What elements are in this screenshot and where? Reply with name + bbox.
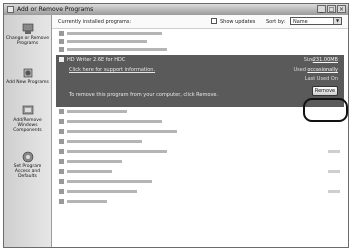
sidebar-item-label: Add New Programs: [6, 80, 49, 85]
program-name-illegible: [67, 160, 122, 163]
sidebar-item-label: Change or Remove Programs: [6, 36, 49, 46]
sort-by-label: Sort by:: [266, 19, 286, 25]
add-remove-programs-window: Add or Remove Programs _ □ × Change or R…: [3, 3, 349, 248]
program-name-illegible: [67, 200, 107, 203]
remove-button-callout: [303, 98, 348, 122]
used-label: Used: [293, 67, 306, 73]
sidebar: Change or Remove Programs Add New Progra…: [4, 15, 52, 247]
program-icon: [59, 189, 64, 194]
program-icon: [59, 139, 64, 144]
program-icon: [59, 199, 64, 204]
sort-by-select[interactable]: Name ▼: [290, 17, 342, 25]
remove-instruction-text: To remove this program from your compute…: [69, 92, 219, 98]
list-item[interactable]: [56, 46, 344, 54]
program-icon: [59, 57, 64, 62]
list-item[interactable]: [56, 198, 344, 206]
window-app-icon: [7, 6, 14, 13]
program-icon: [59, 159, 64, 164]
program-name-illegible: [67, 32, 162, 35]
sidebar-item-add-new[interactable]: Add New Programs: [6, 67, 49, 85]
program-size-illegible: [328, 190, 340, 193]
change-remove-icon: [22, 23, 33, 34]
list-item[interactable]: [56, 188, 344, 196]
list-header: Currently installed programs: Show updat…: [52, 15, 348, 29]
windows-components-icon: [22, 105, 33, 115]
chevron-down-icon[interactable]: ▼: [333, 18, 341, 24]
sidebar-item-windows-components[interactable]: Add/Remove Windows Components: [6, 105, 49, 133]
sort-by-value: Name: [293, 19, 308, 25]
program-icon: [59, 31, 64, 36]
list-item[interactable]: [56, 138, 344, 146]
sidebar-item-label: Add/Remove Windows Components: [13, 118, 42, 133]
program-icon: [59, 119, 64, 124]
used-value: occasionally: [307, 67, 338, 73]
list-item[interactable]: [56, 108, 344, 116]
program-name-illegible: [67, 40, 147, 43]
window-title: Add or Remove Programs: [17, 6, 94, 13]
maximize-button[interactable]: □: [327, 5, 336, 13]
installed-programs-label: Currently installed programs:: [58, 19, 132, 25]
last-used-label: Last Used On: [304, 76, 338, 82]
program-icon: [59, 179, 64, 184]
program-defaults-icon: [22, 151, 33, 163]
sidebar-item-label: Set Program Access and Defaults: [13, 164, 42, 179]
list-item[interactable]: [56, 128, 344, 136]
list-item[interactable]: [56, 30, 344, 38]
list-item[interactable]: [56, 178, 344, 186]
list-item[interactable]: [56, 148, 344, 156]
program-name-illegible: [67, 170, 112, 173]
sidebar-item-change-remove[interactable]: Change or Remove Programs: [6, 23, 49, 46]
show-updates-label: Show updates: [220, 19, 256, 25]
program-name-illegible: [67, 140, 142, 143]
program-name-illegible: [67, 190, 137, 193]
close-button[interactable]: ×: [337, 5, 346, 13]
remove-button[interactable]: Remove: [312, 86, 338, 96]
selected-program-row[interactable]: HD Writer 2.6E for HDC Click here for su…: [56, 55, 344, 107]
minimize-button[interactable]: _: [317, 5, 326, 13]
list-item[interactable]: [56, 158, 344, 166]
program-icon: [59, 39, 64, 44]
list-item[interactable]: [56, 168, 344, 176]
program-list-pane: Currently installed programs: Show updat…: [52, 15, 348, 247]
program-name-illegible: [67, 110, 127, 113]
program-icon: [59, 129, 64, 134]
program-icon: [59, 169, 64, 174]
support-info-link[interactable]: Click here for support information.: [69, 67, 155, 73]
sidebar-item-program-defaults[interactable]: Set Program Access and Defaults: [6, 151, 49, 179]
program-icon: [59, 109, 64, 114]
size-value: 231.00MB: [312, 57, 338, 63]
program-list: HD Writer 2.6E for HDC Click here for su…: [52, 29, 348, 247]
list-item[interactable]: [56, 38, 344, 46]
program-size-illegible: [328, 170, 340, 173]
list-item[interactable]: [56, 118, 344, 126]
program-icon: [59, 47, 64, 52]
program-name-illegible: [67, 130, 177, 133]
program-name-illegible: [67, 120, 162, 123]
add-programs-icon: [23, 68, 32, 78]
program-name-illegible: [67, 150, 167, 153]
selected-program-name: HD Writer 2.6E for HDC: [67, 57, 126, 63]
show-updates-checkbox[interactable]: [211, 18, 217, 24]
program-name-illegible: [67, 180, 152, 183]
program-name-illegible: [67, 48, 167, 51]
program-icon: [59, 149, 64, 154]
program-size-illegible: [328, 150, 340, 153]
